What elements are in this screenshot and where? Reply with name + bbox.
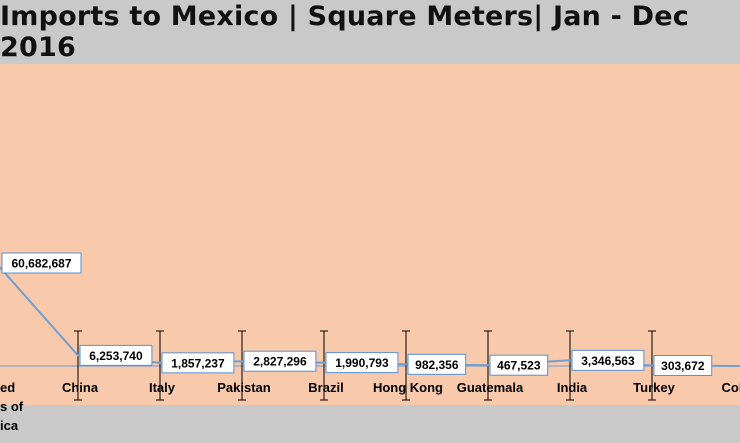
data-label: 3,346,563 — [571, 349, 645, 371]
data-label: 2,827,296 — [243, 350, 317, 372]
data-label-text: 1,990,793 — [335, 356, 389, 370]
data-label-text: 467,523 — [497, 359, 541, 373]
data-label-text: 6,253,740 — [89, 349, 143, 363]
data-label-text: 303,672 — [661, 359, 705, 373]
data-label: 6,253,740 — [79, 344, 153, 366]
line-chart: 60,682,687 6,253,740 1,857,237 2,827,296 1,9… — [0, 64, 740, 433]
data-label-text: 60,682,687 — [11, 257, 71, 271]
category-label: Brazil — [308, 380, 343, 395]
data-label: 982,356 — [407, 353, 467, 375]
data-label-text: 2,827,296 — [253, 355, 307, 369]
category-label: China — [62, 380, 99, 395]
data-label-text: 1,857,237 — [171, 356, 225, 370]
category-label: India — [557, 380, 588, 395]
data-label-text: 3,346,563 — [581, 354, 635, 368]
category-label: Turkey — [633, 380, 675, 395]
data-label: 303,672 — [653, 354, 713, 376]
data-label-text: 982,356 — [415, 358, 459, 372]
category-label: Colo — [722, 380, 740, 395]
data-label: 60,682,687 — [1, 252, 82, 274]
data-label: 1,990,793 — [325, 352, 399, 374]
category-label: Pakistan — [217, 380, 271, 395]
data-label: 467,523 — [489, 354, 549, 376]
data-label: 1,857,237 — [161, 352, 235, 374]
category-label: Guatemala — [457, 380, 524, 395]
category-label: Italy — [149, 380, 176, 395]
chart-title: Imports to Mexico | Square Meters| Jan -… — [0, 1, 689, 63]
category-label: Hong Kong — [373, 380, 443, 395]
